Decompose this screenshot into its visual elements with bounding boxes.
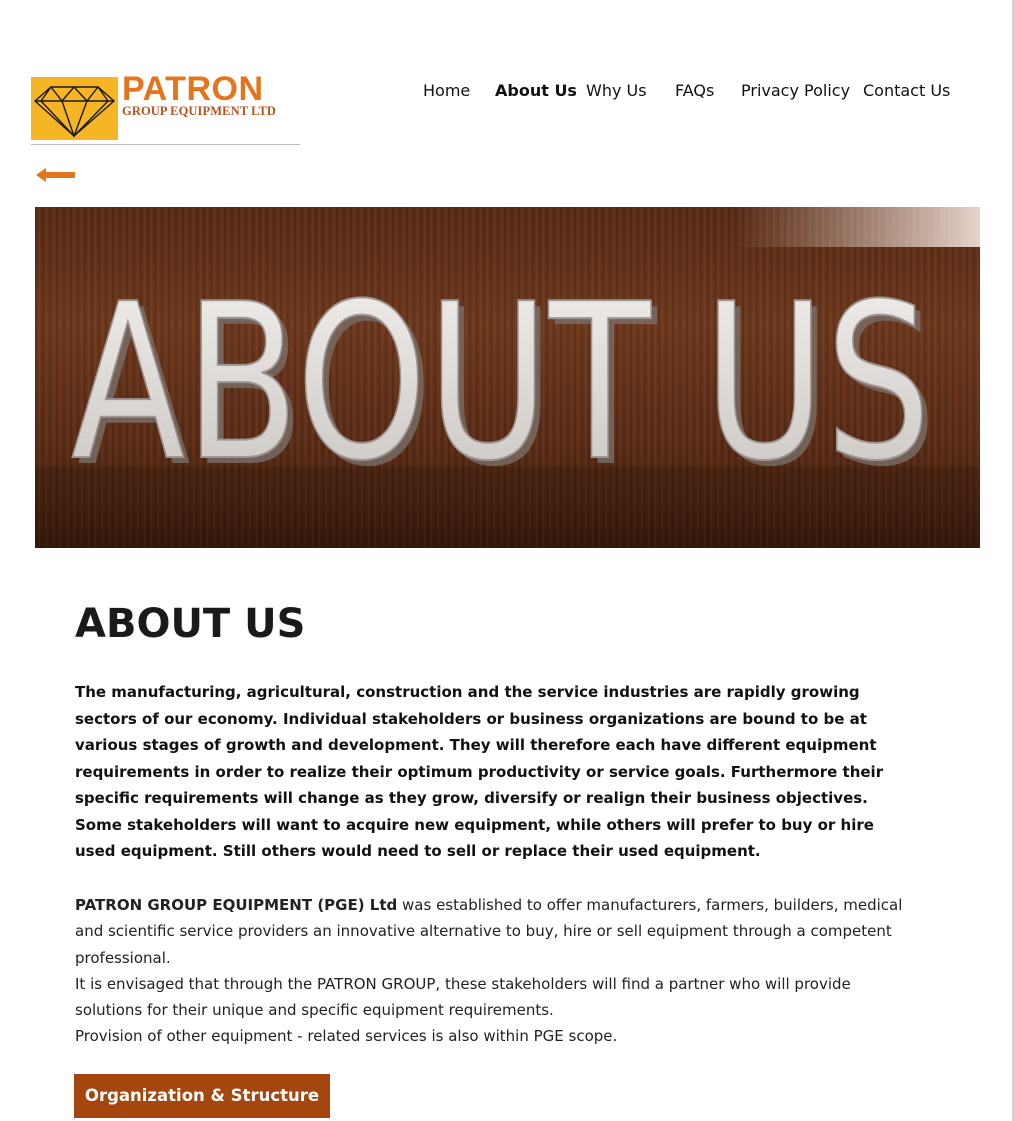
company-name: PATRON GROUP EQUIPMENT (PGE) Ltd: [75, 896, 398, 914]
diamond-icon: [31, 77, 118, 140]
nav-about-us[interactable]: About Us: [495, 81, 577, 101]
organization-structure-button[interactable]: Organization & Structure: [74, 1074, 330, 1118]
nav-faqs[interactable]: FAQs: [675, 81, 714, 101]
nav-home[interactable]: Home: [423, 81, 470, 101]
nav-why-us[interactable]: Why Us: [586, 81, 647, 101]
description-paragraph-2: It is envisaged that through the PATRON …: [75, 974, 851, 1020]
intro-text: The manufacturing, agricultural, constru…: [75, 679, 905, 865]
brand-subtitle: GROUP EQUIPMENT LTD: [122, 104, 277, 118]
nav-contact-us[interactable]: Contact Us: [863, 81, 950, 101]
company-description: PATRON GROUP EQUIPMENT (PGE) Ltd was est…: [75, 892, 905, 1050]
hero-banner: ABOUT US ABOUT US: [35, 207, 980, 548]
nav-privacy-policy[interactable]: Privacy Policy: [741, 81, 850, 101]
description-paragraph-1: PATRON GROUP EQUIPMENT (PGE) Ltd was est…: [75, 892, 905, 971]
intro-paragraph-1: The manufacturing, agricultural, constru…: [75, 683, 884, 807]
page-title: ABOUT US: [75, 601, 306, 647]
description-paragraph-3: Provision of other equipment - related s…: [75, 1027, 618, 1046]
brand-logo[interactable]: PATRON GROUP EQUIPMENT LTD: [31, 70, 300, 145]
brand-name: PATRON: [122, 70, 264, 108]
arrow-left-icon[interactable]: [36, 166, 76, 184]
intro-paragraph-2: Some stakeholders will want to acquire n…: [75, 815, 874, 861]
